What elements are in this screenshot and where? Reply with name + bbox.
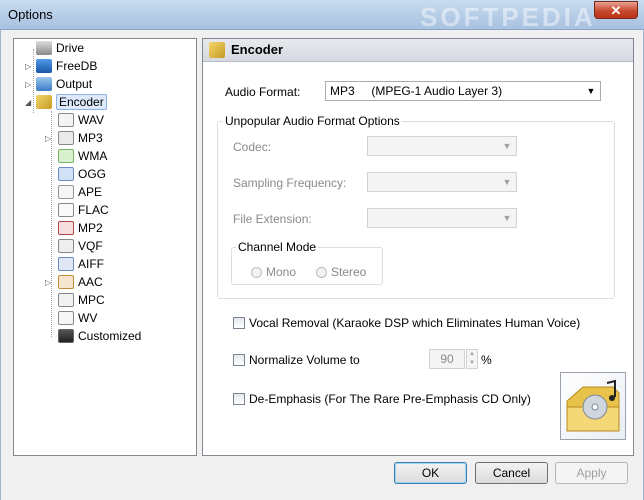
mp2-icon	[58, 221, 74, 235]
stepper-up-icon: ▲	[469, 351, 475, 357]
watermark: SOFTPEDIA	[420, 2, 596, 32]
vqf-icon	[58, 239, 74, 253]
ape-icon	[58, 185, 74, 199]
checkbox-icon	[233, 317, 245, 329]
flac-icon	[58, 203, 74, 217]
apply-button[interactable]: Apply	[555, 462, 628, 484]
options-tree[interactable]: ▷ ▷ ◢ ▷ ▷ Drive FreeDB Output Encoder WA…	[13, 38, 197, 456]
output-icon	[36, 77, 52, 91]
tree-item-vqf[interactable]: VQF	[58, 237, 103, 255]
tree-item-aac[interactable]: AAC	[58, 273, 103, 291]
wav-icon	[58, 113, 74, 127]
codec-label: Codec:	[233, 140, 272, 154]
audio-format-label: Audio Format:	[225, 85, 301, 99]
close-button[interactable]: ✕	[594, 1, 638, 19]
sampling-frequency-label: Sampling Frequency:	[233, 176, 347, 190]
ogg-icon	[58, 167, 74, 181]
mpc-icon	[58, 293, 74, 307]
file-extension-label: File Extension:	[233, 212, 312, 226]
normalize-volume-input[interactable]: 90	[429, 349, 465, 369]
vocal-removal-checkbox[interactable]: Vocal Removal (Karaoke DSP which Elimina…	[233, 316, 580, 330]
radio-icon	[316, 267, 327, 278]
panel-title: Encoder	[231, 42, 284, 57]
tree-item-mp2[interactable]: MP2	[58, 219, 103, 237]
tree-line	[51, 111, 52, 337]
audio-format-select[interactable]: MP3 (MPEG-1 Audio Layer 3) ▼	[325, 81, 601, 101]
tree-item-wv[interactable]: WV	[58, 309, 97, 327]
mp3-icon	[58, 131, 74, 145]
tree-item-customized[interactable]: Customized	[58, 327, 141, 345]
audio-format-value: MP3 (MPEG-1 Audio Layer 3)	[330, 84, 503, 98]
title-bar: Options SOFTPEDIA ✕	[0, 0, 644, 32]
expand-output-icon[interactable]: ▷	[25, 81, 33, 89]
aiff-icon	[58, 257, 74, 271]
encoder-header-icon	[209, 42, 225, 58]
codec-select[interactable]: ▼	[367, 136, 517, 156]
tree-item-wma[interactable]: WMA	[58, 147, 107, 165]
tree-item-wav[interactable]: WAV	[58, 111, 104, 129]
wma-icon	[58, 149, 74, 163]
ok-button[interactable]: OK	[394, 462, 467, 484]
tree-item-flac[interactable]: FLAC	[58, 201, 109, 219]
encoder-icon	[36, 95, 52, 109]
volume-stepper[interactable]: ▲ ▼	[466, 349, 478, 369]
stereo-radio[interactable]: Stereo	[316, 265, 366, 279]
freedb-icon	[36, 59, 52, 73]
tree-line	[33, 49, 34, 113]
checkbox-icon	[233, 354, 245, 366]
expand-freedb-icon[interactable]: ▷	[25, 63, 33, 71]
wv-icon	[58, 311, 74, 325]
radio-icon	[251, 267, 262, 278]
de-emphasis-checkbox[interactable]: De-Emphasis (For The Rare Pre-Emphasis C…	[233, 392, 531, 406]
tree-item-encoder[interactable]: Encoder	[36, 93, 107, 111]
tree-item-ape[interactable]: APE	[58, 183, 102, 201]
tree-item-mp3[interactable]: MP3	[58, 129, 103, 147]
file-extension-select[interactable]: ▼	[367, 208, 517, 228]
channel-mode-title: Channel Mode	[236, 240, 319, 254]
expand-aac-icon[interactable]: ▷	[45, 279, 53, 287]
tree-item-aiff[interactable]: AIFF	[58, 255, 104, 273]
panel-header: Encoder	[203, 39, 633, 62]
customized-icon	[58, 329, 74, 343]
encoder-illustration	[560, 372, 626, 440]
tree-item-ogg[interactable]: OGG	[58, 165, 106, 183]
chevron-down-icon: ▼	[502, 141, 512, 151]
drive-icon	[36, 41, 52, 55]
aac-icon	[58, 275, 74, 289]
tree-item-freedb[interactable]: FreeDB	[36, 57, 97, 75]
mono-radio[interactable]: Mono	[251, 265, 296, 279]
stepper-down-icon: ▼	[469, 360, 475, 366]
collapse-encoder-icon[interactable]: ◢	[25, 99, 33, 107]
unpopular-options-title: Unpopular Audio Format Options	[223, 114, 402, 128]
sampling-frequency-select[interactable]: ▼	[367, 172, 517, 192]
checkbox-icon	[233, 393, 245, 405]
tree-item-mpc[interactable]: MPC	[58, 291, 105, 309]
expand-mp3-icon[interactable]: ▷	[45, 135, 53, 143]
cancel-button[interactable]: Cancel	[475, 462, 548, 484]
tree-item-output[interactable]: Output	[36, 75, 92, 93]
chevron-down-icon: ▼	[502, 177, 512, 187]
chevron-down-icon[interactable]: ▼	[584, 83, 598, 99]
window-title: Options	[8, 7, 53, 22]
tree-item-drive[interactable]: Drive	[36, 39, 84, 57]
music-folder-icon	[566, 379, 620, 432]
normalize-volume-checkbox[interactable]: Normalize Volume to	[233, 353, 360, 367]
normalize-unit: %	[481, 353, 492, 367]
chevron-down-icon: ▼	[502, 213, 512, 223]
